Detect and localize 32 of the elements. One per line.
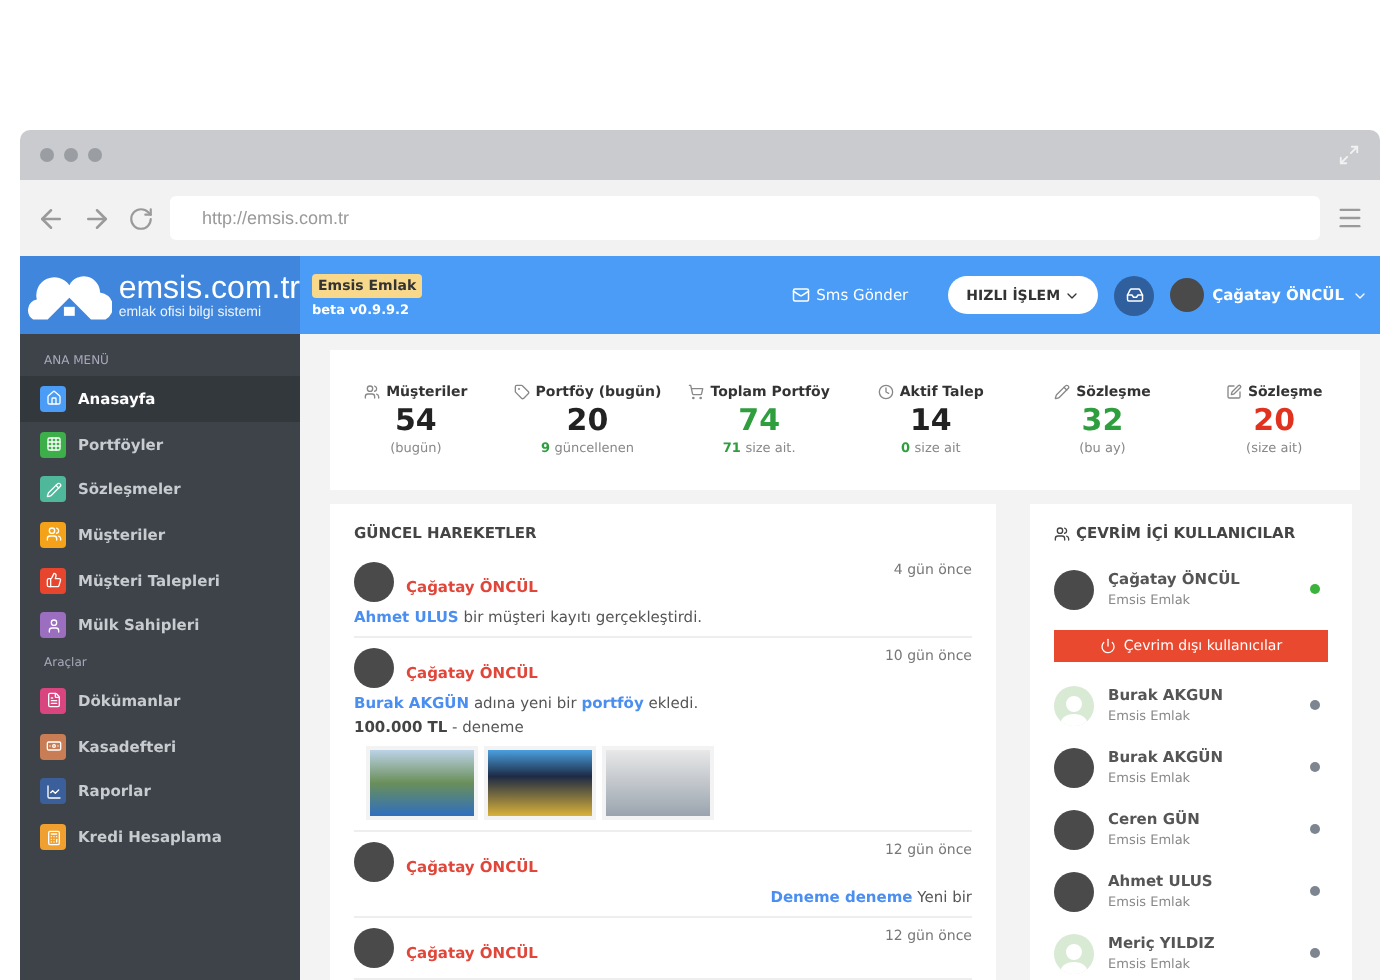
avatar-photo <box>1170 278 1205 312</box>
users-icon <box>364 384 381 400</box>
users-icon <box>1054 525 1070 541</box>
cart-icon <box>688 384 705 400</box>
back-icon[interactable] <box>36 203 66 233</box>
clock-icon <box>877 384 894 400</box>
menu-icon[interactable] <box>1336 204 1364 232</box>
expand-icon[interactable] <box>1338 144 1360 166</box>
window-dot[interactable] <box>64 148 78 162</box>
photo-placeholder[interactable] <box>484 746 596 820</box>
stat-value: 20 <box>1253 402 1296 438</box>
stat-value: 14 <box>909 402 952 438</box>
logo-title: emsis.com.tr <box>118 271 300 305</box>
avatar-photo <box>354 562 394 602</box>
reload-icon[interactable] <box>128 205 154 231</box>
pencil-icon <box>1054 384 1071 400</box>
window-dot[interactable] <box>88 148 102 162</box>
stat-value: 74 <box>738 402 781 438</box>
forward-icon[interactable] <box>82 203 112 233</box>
window-dot[interactable] <box>40 148 54 162</box>
avatar-photo <box>354 648 394 688</box>
avatar-photo <box>354 842 394 882</box>
stat-value: 32 <box>1081 402 1124 438</box>
inbox-button[interactable] <box>1114 275 1155 315</box>
power-icon <box>1099 638 1116 654</box>
stat-value: 54 <box>394 402 437 438</box>
edit-icon <box>1225 384 1242 400</box>
tag-icon <box>513 384 530 400</box>
avatar-photo <box>354 928 394 968</box>
inbox-icon <box>1125 286 1144 304</box>
mail-icon <box>792 286 811 304</box>
stat-value: 20 <box>566 402 609 438</box>
